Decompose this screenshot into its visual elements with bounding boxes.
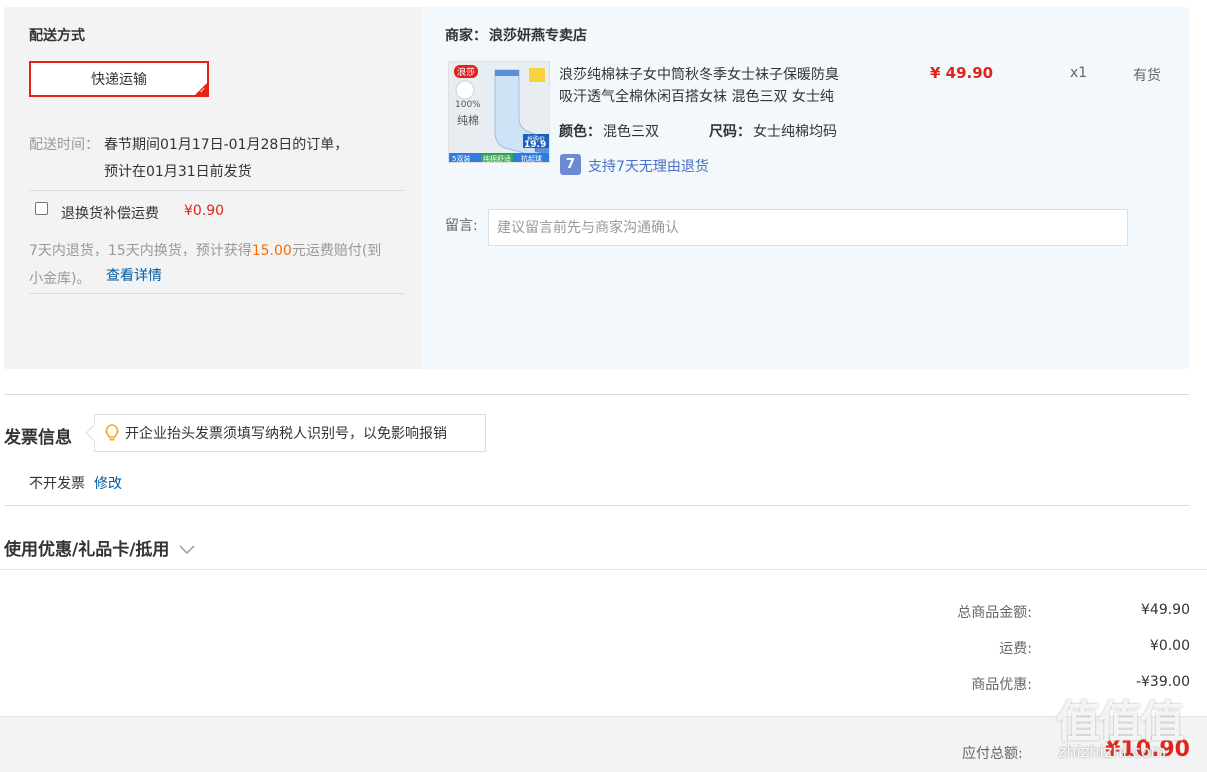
divider	[29, 190, 405, 191]
insurance-amount: 15.00	[251, 243, 292, 259]
check-icon: ✓	[199, 86, 206, 95]
shipping-time-label: 配送时间：	[29, 137, 99, 153]
shipping-time-line1: 春节期间01月17日-01月28日的订单，	[104, 137, 349, 153]
invoice-tip: 开企业抬头发票须填写纳税人识别号，以免影响报销	[85, 414, 486, 452]
divider	[4, 505, 1189, 506]
shipping-title: 配送方式	[29, 28, 85, 44]
insurance-description: 7天内退货，15天内换货，预计获得15.00元运费赔付(到 小金库)。	[29, 237, 409, 293]
summary-goods-label: 总商品金额:	[957, 605, 1032, 621]
merchant-label: 商家：	[445, 28, 487, 44]
product-title-line2: 吸汗透气全棉休闲百搭女袜 混色三双 女士纯	[559, 89, 834, 105]
insurance-desc-part3: 小金库)。	[29, 271, 91, 287]
view-details-link[interactable]: 查看详情	[106, 265, 162, 285]
pairs-label: 5双装	[452, 155, 471, 163]
divider	[0, 569, 1207, 570]
total-label: 应付总额:	[962, 746, 1023, 762]
note-label: 留言:	[445, 218, 478, 234]
color-value: 混色三双	[603, 124, 659, 140]
watermark-site: zhizhizhi.com	[1058, 742, 1167, 761]
merchant-name[interactable]: 浪莎妍燕专卖店	[489, 25, 587, 45]
size-label: 尺码：	[709, 124, 751, 140]
insurance-price: ¥0.90	[184, 203, 225, 219]
lightbulb-icon	[105, 424, 119, 441]
cotton-label: 纯棉	[457, 114, 479, 127]
note-input[interactable]	[488, 209, 1128, 246]
invoice-edit-link[interactable]: 修改	[94, 473, 122, 493]
cotton-percent: 100%	[455, 100, 481, 110]
product-title[interactable]: 浪莎纯棉袜子女中筒秋冬季女士袜子保暖防臭 吸汗透气全棉休闲百搭女袜 混色三双 女…	[559, 64, 879, 108]
return-policy-text[interactable]: 支持7天无理由退货	[588, 156, 709, 176]
coupon-title: 使用优惠/礼品卡/抵用	[4, 540, 170, 560]
invoice-title: 发票信息	[4, 428, 72, 448]
watermark-logo: 值值值	[1056, 697, 1184, 748]
stock-status: 有货	[1133, 68, 1161, 84]
merchant-section: 商家： 浪莎妍燕专卖店 浪莎 100% 纯棉 抢购价 19.9 5双装 纯棉舒适…	[422, 7, 1189, 369]
product-quantity: x1	[1070, 65, 1088, 81]
product-image[interactable]: 浪莎 100% 纯棉 抢购价 19.9 5双装 纯棉舒适 抗起球	[448, 61, 550, 163]
insurance-desc-part2: 元运费赔付(到	[291, 243, 382, 259]
insurance-desc-part1: 7天内退货，15天内换货，预计获得	[29, 243, 252, 259]
payment-footer: 应付总额: ¥10.90	[0, 716, 1207, 772]
shipping-method-button[interactable]: 快递运输 ✓	[29, 61, 209, 97]
invoice-tip-text: 开企业抬头发票须填写纳税人识别号，以免影响报销	[125, 426, 447, 442]
product-title-line1: 浪莎纯棉袜子女中筒秋冬季女士袜子保暖防臭	[559, 67, 839, 83]
return-policy-icon: 7	[560, 154, 581, 175]
summary-goods-value: ¥49.90	[1141, 602, 1190, 618]
order-panel: 配送方式 快递运输 ✓ 配送时间： 春节期间01月17日-01月28日的订单， …	[4, 7, 1189, 369]
product-price: ¥ 49.90	[930, 64, 994, 82]
size-value: 女士纯棉均码	[753, 124, 837, 140]
tag-antipilling: 抗起球	[521, 155, 542, 163]
shipping-time-line2: 预计在01月31日前发货	[104, 164, 252, 180]
promo-price: 19.9	[524, 140, 547, 150]
divider	[4, 394, 1189, 395]
tip-arrow	[85, 424, 103, 442]
insurance-label: 退换货补偿运费	[61, 206, 159, 222]
coupon-toggle[interactable]: 使用优惠/礼品卡/抵用	[4, 535, 195, 560]
summary-freight: 运费: ¥0.00	[932, 638, 1190, 658]
brand-logo: 浪莎	[454, 65, 479, 78]
invoice-status: 不开发票	[29, 476, 85, 492]
summary-goods: 总商品金额: ¥49.90	[932, 602, 1190, 622]
tag-comfort: 纯棉舒适	[481, 154, 513, 163]
shipping-method-label: 快递运输	[91, 72, 147, 88]
summary-discount-label: 商品优惠:	[971, 677, 1032, 693]
chevron-down-icon	[179, 545, 195, 555]
summary-freight-label: 运费:	[999, 641, 1032, 657]
color-label: 颜色：	[559, 124, 601, 140]
insurance-checkbox[interactable]	[35, 202, 48, 215]
summary-freight-value: ¥0.00	[1149, 638, 1190, 654]
divider	[29, 293, 405, 294]
